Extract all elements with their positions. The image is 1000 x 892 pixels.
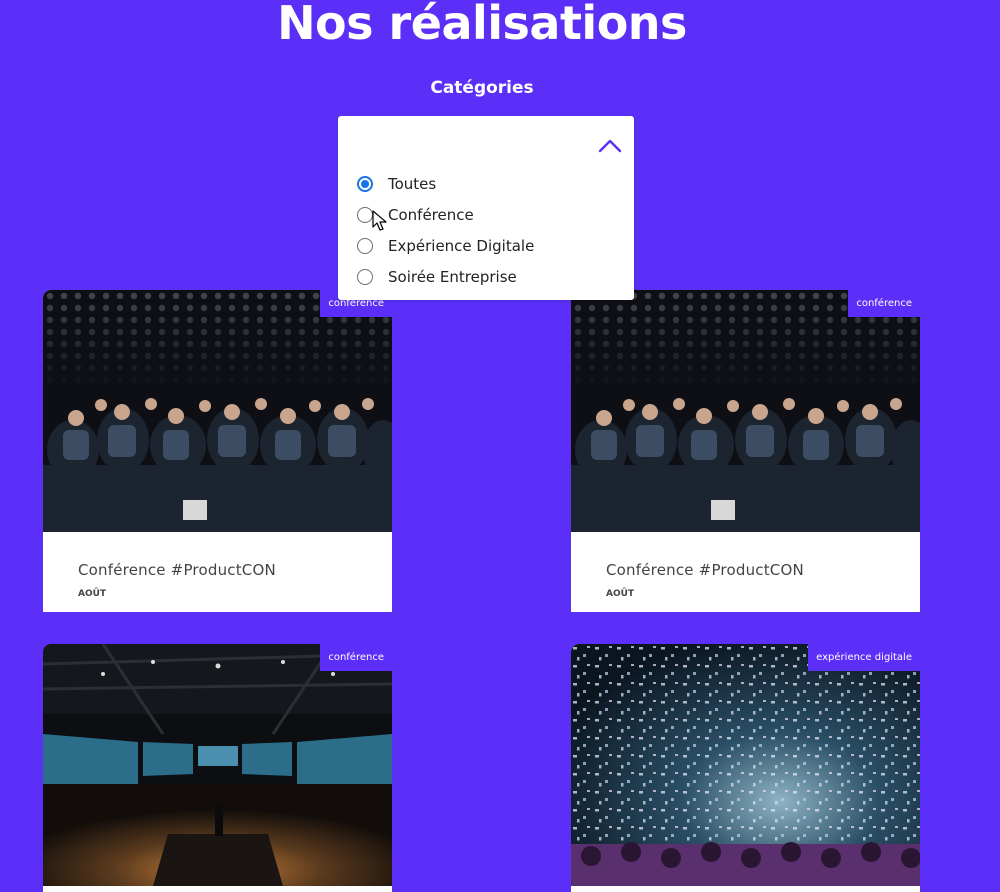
option-label: Toutes xyxy=(388,174,437,193)
radio-experience-digitale[interactable] xyxy=(357,237,373,254)
category-option-soiree-entreprise[interactable]: Soirée Entreprise xyxy=(357,261,534,292)
option-label: Expérience Digitale xyxy=(388,236,535,255)
category-option-experience-digitale[interactable]: Expérience Digitale xyxy=(357,230,534,261)
card-title: Conférence #ProductCON xyxy=(78,561,276,579)
conference-audience-photo xyxy=(571,290,920,532)
card-title: Conférence #ProductCON xyxy=(606,561,804,579)
project-card[interactable]: conférence Conférence #ProductCON AOÛT xyxy=(43,290,392,612)
confetti-concert-photo xyxy=(571,644,920,886)
chevron-up-icon[interactable] xyxy=(598,138,622,154)
conference-hall-photo xyxy=(43,644,392,886)
card-date: AOÛT xyxy=(78,589,107,599)
category-tag: conférence xyxy=(320,644,392,671)
category-tag: conférence xyxy=(848,290,920,317)
option-label: Soirée Entreprise xyxy=(388,267,517,286)
categories-label: Catégories xyxy=(430,78,534,98)
category-tag: expérience digitale xyxy=(808,644,920,671)
conference-audience-photo xyxy=(43,290,392,532)
project-card[interactable]: conférence Conférence #ProductCON AOÛT xyxy=(571,290,920,612)
radio-soiree-entreprise[interactable] xyxy=(357,268,373,285)
mouse-cursor-icon xyxy=(372,210,387,231)
page-title: Nos réalisations xyxy=(277,0,687,50)
project-card[interactable]: expérience digitale xyxy=(571,644,920,892)
project-card[interactable]: conférence xyxy=(43,644,392,892)
card-date: AOÛT xyxy=(606,589,635,599)
category-option-toutes[interactable]: Toutes xyxy=(357,168,534,199)
option-label: Conférence xyxy=(388,205,474,224)
radio-toutes[interactable] xyxy=(357,175,373,192)
radio-conference[interactable] xyxy=(357,206,373,223)
category-dropdown[interactable]: Toutes Conférence Expérience Digitale So… xyxy=(338,116,634,300)
